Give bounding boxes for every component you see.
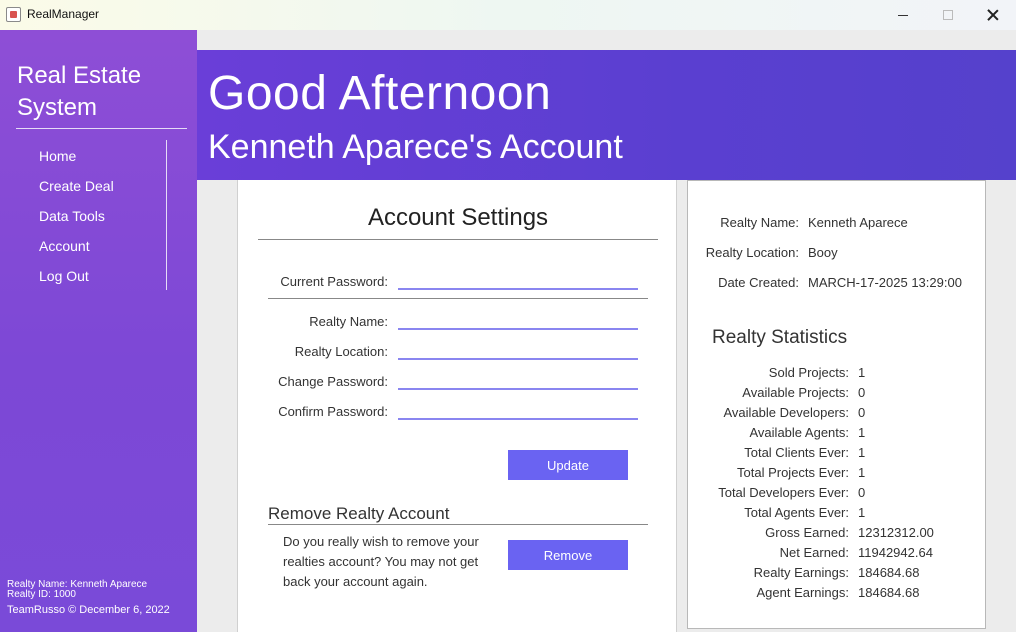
stat-row: Total Developers Ever: 0 bbox=[688, 485, 987, 505]
info-label: Realty Name: bbox=[720, 215, 799, 230]
sidebar-item-log-out[interactable]: Log Out bbox=[39, 268, 114, 298]
stat-label: Total Projects Ever: bbox=[737, 465, 849, 480]
info-label: Date Created: bbox=[718, 275, 799, 290]
close-button[interactable] bbox=[970, 0, 1016, 30]
info-value: MARCH-17-2025 13:29:00 bbox=[808, 275, 962, 290]
stat-row: Net Earned: 11942942.64 bbox=[688, 545, 987, 565]
stat-label: Net Earned: bbox=[779, 545, 849, 560]
settings-title-divider bbox=[258, 239, 658, 240]
stat-row: Agent Earnings: 184684.68 bbox=[688, 585, 987, 605]
java-app-icon bbox=[6, 7, 21, 22]
sidebar-item-account[interactable]: Account bbox=[39, 238, 114, 268]
change-password-field[interactable] bbox=[398, 372, 638, 390]
stat-row: Total Projects Ever: 1 bbox=[688, 465, 987, 485]
brand-title: Real Estate System bbox=[17, 60, 187, 124]
stat-label: Available Developers: bbox=[723, 405, 850, 420]
stat-value: 0 bbox=[858, 405, 866, 420]
window-title: RealManager bbox=[27, 7, 100, 21]
realty-footer-info: Realty Name: Kenneth Aparece Realty ID: … bbox=[7, 580, 147, 600]
sidebar-nav: Home Create Deal Data Tools Account Log … bbox=[39, 148, 114, 298]
brand-divider bbox=[16, 128, 187, 129]
info-row-realty-location: Realty Location: Booy bbox=[688, 245, 987, 265]
confirm-password-field[interactable] bbox=[398, 402, 638, 420]
remove-account-title: Remove Realty Account bbox=[268, 504, 450, 523]
stat-label: Available Agents: bbox=[749, 425, 850, 440]
account-heading: Kenneth Aparece's Account bbox=[208, 128, 623, 166]
realty-location-label: Realty Location: bbox=[294, 344, 388, 359]
title-bar: RealManager bbox=[0, 0, 1016, 30]
stat-label: Total Clients Ever: bbox=[744, 445, 849, 460]
password-divider bbox=[268, 298, 648, 299]
info-label: Realty Location: bbox=[705, 245, 799, 260]
info-row-realty-name: Realty Name: Kenneth Aparece bbox=[688, 215, 987, 235]
settings-title: Account Settings bbox=[367, 204, 549, 231]
info-row-date-created: Date Created: MARCH-17-2025 13:29:00 bbox=[688, 275, 987, 295]
greeting: Good Afternoon bbox=[208, 67, 552, 120]
stat-value: 1 bbox=[858, 365, 866, 380]
stat-label: Realty Earnings: bbox=[753, 565, 849, 580]
stat-row: Realty Earnings: 184684.68 bbox=[688, 565, 987, 585]
stat-value: 0 bbox=[858, 485, 866, 500]
stat-value: 12312312.00 bbox=[858, 525, 934, 540]
brand-line-1: Real Estate bbox=[17, 62, 142, 89]
copyright: TeamRusso © December 6, 2022 bbox=[7, 604, 170, 616]
stat-value: 1 bbox=[858, 425, 866, 440]
maximize-icon bbox=[943, 10, 953, 20]
sidebar-item-home[interactable]: Home bbox=[39, 148, 114, 178]
stat-value: 184684.68 bbox=[858, 565, 920, 580]
remove-button[interactable]: Remove bbox=[508, 540, 628, 570]
stat-row: Available Agents: 1 bbox=[688, 425, 987, 445]
info-value: Booy bbox=[808, 245, 838, 260]
stat-value: 184684.68 bbox=[858, 585, 920, 600]
stat-label: Agent Earnings: bbox=[756, 585, 849, 600]
close-icon bbox=[987, 9, 999, 21]
minimize-button[interactable] bbox=[880, 0, 926, 30]
confirm-password-label: Confirm Password: bbox=[278, 404, 388, 419]
stats-title: Realty Statistics bbox=[712, 327, 848, 348]
header-banner: Good Afternoon Kenneth Aparece's Account bbox=[197, 50, 1016, 180]
stat-label: Sold Projects: bbox=[768, 365, 849, 380]
stat-value: 11942942.64 bbox=[858, 545, 933, 560]
stat-value: 1 bbox=[858, 465, 866, 480]
update-button[interactable]: Update bbox=[508, 450, 628, 480]
remove-divider bbox=[268, 524, 648, 525]
realty-location-field[interactable] bbox=[398, 342, 638, 360]
nav-divider bbox=[166, 140, 167, 290]
maximize-button[interactable] bbox=[925, 0, 971, 30]
sidebar-item-data-tools[interactable]: Data Tools bbox=[39, 208, 114, 238]
stat-value: 1 bbox=[858, 505, 866, 520]
stat-label: Total Agents Ever: bbox=[744, 505, 849, 520]
realty-info-panel: Realty Name: Kenneth Aparece Realty Loca… bbox=[687, 180, 986, 629]
remove-account-warning: Do you really wish to remove your realti… bbox=[283, 534, 479, 589]
account-settings-panel: Account Settings Current Password: Realt… bbox=[237, 180, 677, 632]
footer-realty-id: Realty ID: 1000 bbox=[7, 589, 76, 600]
brand-line-2: System bbox=[17, 94, 98, 121]
stat-label: Gross Earned: bbox=[765, 525, 849, 540]
minimize-icon bbox=[898, 14, 908, 16]
stat-row: Gross Earned: 12312312.00 bbox=[688, 525, 987, 545]
change-password-label: Change Password: bbox=[278, 374, 388, 389]
stat-label: Total Developers Ever: bbox=[718, 485, 849, 500]
sidebar: Real Estate System Home Create Deal Data… bbox=[0, 30, 197, 632]
stat-label: Available Projects: bbox=[742, 385, 849, 400]
stat-row: Total Agents Ever: 1 bbox=[688, 505, 987, 525]
stat-row: Sold Projects: 1 bbox=[688, 365, 987, 385]
current-password-field[interactable] bbox=[398, 272, 638, 290]
sidebar-item-create-deal[interactable]: Create Deal bbox=[39, 178, 114, 208]
realty-name-field[interactable] bbox=[398, 312, 638, 330]
stat-value: 0 bbox=[858, 385, 866, 400]
info-value: Kenneth Aparece bbox=[808, 215, 908, 230]
realty-name-label: Realty Name: bbox=[309, 314, 388, 329]
current-password-label: Current Password: bbox=[280, 274, 388, 289]
stat-row: Total Clients Ever: 1 bbox=[688, 445, 987, 465]
stat-row: Available Developers: 0 bbox=[688, 405, 987, 425]
stat-row: Available Projects: 0 bbox=[688, 385, 987, 405]
stat-value: 1 bbox=[858, 445, 866, 460]
